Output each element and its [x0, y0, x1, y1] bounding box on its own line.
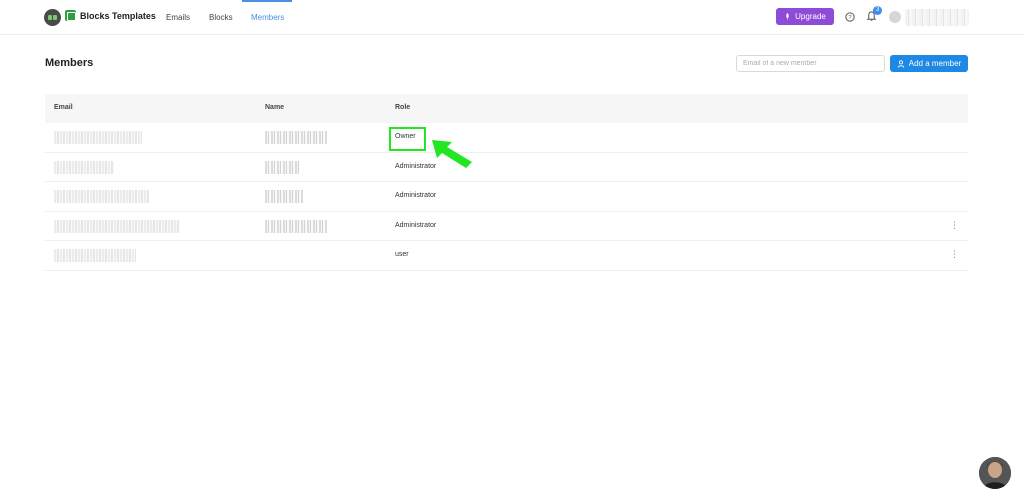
row-menu-icon[interactable]: [950, 249, 959, 261]
active-tab-indicator: [242, 0, 292, 2]
upgrade-button[interactable]: Upgrade: [776, 8, 834, 25]
new-member-email-input[interactable]: [736, 55, 885, 72]
member-name-redacted: [265, 131, 327, 144]
app-logo-icon[interactable]: [44, 9, 61, 26]
table-row[interactable]: Administrator: [45, 153, 968, 182]
user-icon: [897, 59, 904, 68]
row-menu-icon[interactable]: [950, 220, 959, 232]
person-photo-icon: [979, 457, 1011, 489]
table-row[interactable]: Administrator: [45, 212, 968, 241]
top-navigation-bar: Blocks Templates Emails Blocks Members U…: [0, 0, 1024, 35]
template-icon: [65, 10, 76, 21]
user-name-redacted[interactable]: [905, 9, 969, 26]
table-header: Email Name Role: [45, 94, 968, 123]
brand-name: Blocks Templates: [80, 10, 156, 21]
column-header-email: Email: [54, 104, 73, 111]
tab-blocks[interactable]: Blocks: [209, 13, 233, 22]
member-email-redacted: [54, 249, 136, 262]
member-email-redacted: [54, 219, 180, 233]
member-role: Administrator: [395, 192, 437, 199]
annotation-arrow-icon: [432, 140, 472, 168]
rocket-icon: [786, 13, 789, 20]
table-row[interactable]: Owner: [45, 123, 968, 153]
column-header-role: Role: [395, 104, 411, 111]
brand[interactable]: Blocks Templates: [65, 10, 156, 21]
column-header-name: Name: [265, 104, 285, 111]
page-title: Members: [45, 57, 94, 69]
member-name-redacted: [265, 190, 303, 203]
member-name-redacted: [265, 160, 299, 174]
user-avatar[interactable]: [889, 11, 901, 23]
table-row[interactable]: user: [45, 241, 968, 271]
notification-badge: 3: [873, 6, 882, 15]
member-email-redacted: [54, 160, 114, 174]
upgrade-label: Upgrade: [795, 12, 826, 21]
tab-members[interactable]: Members: [251, 13, 284, 22]
table-row[interactable]: Administrator: [45, 182, 968, 212]
members-table: Email Name Role Owner Administrator Admi…: [45, 94, 968, 271]
tab-emails[interactable]: Emails: [166, 13, 190, 22]
member-role: user: [395, 251, 409, 258]
add-member-label: Add a member: [908, 59, 962, 68]
member-email-redacted: [54, 190, 149, 203]
member-role: Administrator: [395, 221, 437, 229]
owner-highlight-box: [389, 127, 426, 151]
member-name-redacted: [265, 219, 327, 233]
member-email-redacted: [54, 131, 142, 144]
support-chat-avatar[interactable]: [979, 457, 1011, 489]
add-member-button[interactable]: Add a member: [890, 55, 968, 72]
help-icon[interactable]: ?: [845, 12, 855, 22]
